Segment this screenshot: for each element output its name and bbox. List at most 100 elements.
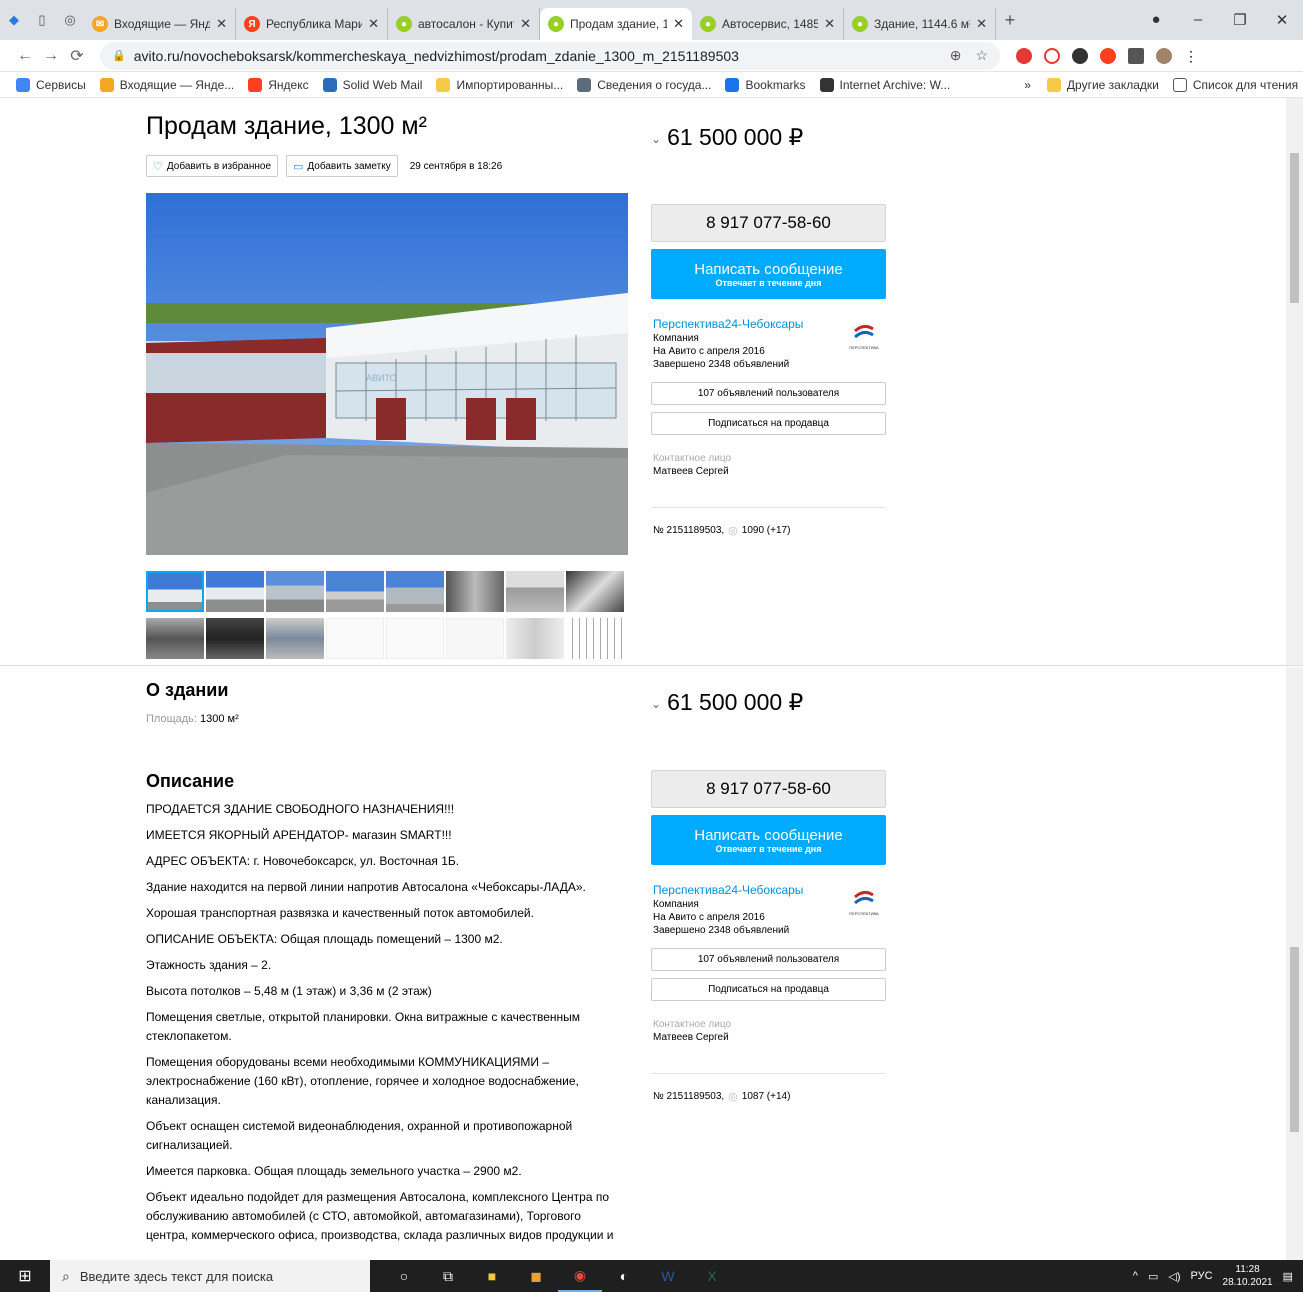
close-tab-icon[interactable]: ✕ [216, 16, 227, 32]
bookmark-item[interactable]: Входящие — Янде... [99, 77, 234, 92]
close-tab-icon[interactable]: ✕ [520, 16, 531, 32]
clock[interactable]: 11:28 28.10.2021 [1223, 1263, 1273, 1289]
bookmark-item[interactable]: Сведения о госуда... [577, 77, 711, 92]
chevron-down-icon[interactable]: ⌄ [651, 697, 661, 711]
windows-start-icon[interactable]: ⊞ [0, 1266, 50, 1286]
close-tab-icon[interactable]: ✕ [673, 16, 684, 32]
yandex-extension-icon[interactable] [1100, 47, 1116, 64]
phone-button[interactable]: 8 917 077-58-60 [651, 770, 886, 808]
bookmark-item[interactable]: Импортированны... [436, 77, 563, 92]
photo-thumbnail[interactable] [146, 571, 204, 612]
photo-thumbnail[interactable] [446, 618, 504, 659]
photo-thumbnail[interactable] [446, 571, 504, 612]
description-paragraph: Помещения оборудованы всеми необходимыми… [146, 1055, 579, 1107]
photo-thumbnail[interactable] [386, 571, 444, 612]
file-explorer-icon[interactable]: ■ [470, 1260, 514, 1292]
word-icon[interactable]: W [646, 1260, 690, 1292]
subscribe-button[interactable]: Подписаться на продавца [651, 412, 886, 435]
subscribe-button[interactable]: Подписаться на продавца [651, 978, 886, 1001]
scrollbar[interactable] [1286, 98, 1303, 665]
photo-thumbnail[interactable] [326, 618, 384, 659]
globe-icon[interactable]: ◎ [56, 0, 84, 40]
taskbar-search-input[interactable]: ⌕ Введите здесь текст для поиска [50, 1260, 370, 1292]
network-icon[interactable]: ▭ [1148, 1270, 1158, 1283]
reload-button[interactable]: ⟳ [64, 46, 90, 66]
profile-icon[interactable]: ● [1135, 11, 1177, 29]
restore-button[interactable]: ❐ [1219, 11, 1261, 29]
photo-thumbnail[interactable] [506, 571, 564, 612]
close-tab-icon[interactable]: ✕ [368, 16, 379, 32]
scrollbar[interactable] [1286, 667, 1303, 1260]
photo-thumbnail[interactable] [566, 618, 624, 659]
close-window-button[interactable]: ✕ [1261, 11, 1303, 29]
bookmark-item[interactable]: Bookmarks [725, 77, 806, 92]
photo-thumbnail[interactable] [206, 618, 264, 659]
puzzle-icon[interactable] [1128, 47, 1144, 64]
tab-favicon-icon: Я [244, 16, 260, 32]
bookmark-list: Сервисы Входящие — Янде... Яндекс Solid Web… [16, 77, 964, 92]
bookmark-item[interactable]: Сервисы [16, 77, 86, 92]
photo-thumbnail[interactable] [566, 571, 624, 612]
bookmarks-more-button[interactable]: » [1024, 78, 1031, 92]
phone-button[interactable]: 8 917 077-58-60 [651, 204, 886, 242]
photo-thumbnail[interactable] [266, 571, 324, 612]
browser-tab[interactable]: ● Продам здание, 1 ✕ [540, 8, 692, 40]
new-tab-button[interactable]: + [996, 0, 1024, 40]
cortana-icon[interactable]: ○ [382, 1260, 426, 1292]
photo-thumbnail[interactable] [206, 571, 264, 612]
bookmark-item[interactable]: Яндекс [248, 77, 309, 92]
close-tab-icon[interactable]: ✕ [976, 16, 987, 32]
page-icon[interactable]: ▯ [28, 0, 56, 40]
star-icon[interactable]: ☆ [975, 47, 988, 64]
browser-tab[interactable]: Я Республика Мари ✕ [236, 8, 388, 40]
browser-tab[interactable]: ● Здание, 1144.6 м² ✕ [844, 8, 996, 40]
main-photo[interactable]: АВИТО [146, 193, 628, 555]
chevron-down-icon[interactable]: ⌄ [651, 132, 661, 146]
user-ads-button[interactable]: 107 объявлений пользователя [651, 382, 886, 405]
browser-tab[interactable]: ✉ Входящие — Янде ✕ [84, 8, 236, 40]
photo-thumbnail[interactable] [146, 618, 204, 659]
menu-icon[interactable]: ⋮ [1184, 48, 1200, 64]
forward-button[interactable]: → [38, 47, 64, 65]
extension-icon[interactable] [1044, 47, 1060, 64]
seller-logo[interactable]: ПЕРСПЕКТИВА [845, 887, 883, 921]
url-field[interactable]: 🔒 avito.ru/novocheboksarsk/kommercheskay… [100, 41, 1000, 70]
chrome-icon[interactable]: ◉ [558, 1260, 602, 1292]
browser-tab[interactable]: ● Автосервис, 1485 ✕ [692, 8, 844, 40]
minimize-button[interactable]: – [1177, 11, 1219, 29]
task-view-icon[interactable]: ⧉ [426, 1260, 470, 1292]
extension-icon[interactable] [1072, 47, 1088, 64]
system-tray: ^ ▭ ◁) РУС 11:28 28.10.2021 ▤ [1133, 1263, 1303, 1289]
scrollbar-thumb[interactable] [1290, 947, 1299, 1132]
browser-tab[interactable]: ● автосалон - Купит ✕ [388, 8, 540, 40]
seller-logo[interactable]: ПЕРСПЕКТИВА [845, 321, 883, 355]
bookmark-item[interactable]: Solid Web Mail [322, 77, 422, 92]
reading-list[interactable]: Список для чтения [1172, 77, 1298, 92]
extension-icon[interactable] [1016, 47, 1032, 64]
volume-icon[interactable]: ◁) [1168, 1270, 1180, 1283]
write-message-button[interactable]: Написать сообщение Отвечает в течение дн… [651, 249, 886, 299]
add-favorite-button[interactable]: ♡ Добавить в избранное [146, 155, 279, 177]
other-bookmarks[interactable]: Другие закладки [1046, 77, 1159, 92]
bookmark-item[interactable]: Internet Archive: W... [819, 77, 950, 92]
zoom-icon[interactable]: ⊕ [950, 47, 962, 64]
write-message-button[interactable]: Написать сообщение Отвечает в течение дн… [651, 815, 886, 865]
language-indicator[interactable]: РУС [1191, 1270, 1213, 1282]
notifications-icon[interactable]: ▤ [1283, 1270, 1293, 1283]
photo-thumbnail[interactable] [506, 618, 564, 659]
description-paragraph: ПРОДАЕТСЯ ЗДАНИЕ СВОБОДНОГО НАЗНАЧЕНИЯ!!… [146, 802, 455, 816]
dv-app-icon[interactable]: ◐ [602, 1260, 646, 1292]
tray-chevron-icon[interactable]: ^ [1133, 1270, 1138, 1282]
close-tab-icon[interactable]: ✕ [824, 16, 835, 32]
photo-thumbnail[interactable] [386, 618, 444, 659]
scrollbar-thumb[interactable] [1290, 153, 1299, 303]
edge-icon[interactable]: ◆ [0, 0, 28, 40]
photo-thumbnail[interactable] [266, 618, 324, 659]
photo-thumbnail[interactable] [326, 571, 384, 612]
avatar[interactable] [1156, 47, 1172, 64]
outlook-icon[interactable]: ◼ [514, 1260, 558, 1292]
add-note-button[interactable]: ▭ Добавить заметку [286, 155, 398, 177]
back-button[interactable]: ← [12, 47, 38, 65]
excel-icon[interactable]: X [690, 1260, 734, 1292]
user-ads-button[interactable]: 107 объявлений пользователя [651, 948, 886, 971]
